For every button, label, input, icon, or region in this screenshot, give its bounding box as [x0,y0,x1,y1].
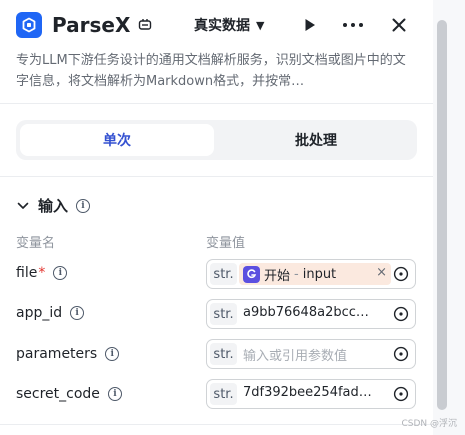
info-icon: i [107,387,122,401]
tab-batch[interactable]: 批处理 [219,124,413,156]
field-value: a9bb76648a2bcc… [243,305,369,320]
section-title: 输入 [38,197,69,215]
type-chip: str. [210,383,237,405]
info-icon: i [70,306,85,320]
divider [0,424,433,425]
close-icon [392,18,406,32]
variable-name-label: app_id [16,305,63,321]
variable-picker-icon[interactable] [393,306,409,322]
parameters-value-field[interactable]: str. 输入或引用参数值 [206,339,416,369]
variable-picker-icon[interactable] [393,266,409,282]
info-icon: i [105,347,120,361]
start-node-icon [243,265,260,283]
more-button[interactable] [341,13,365,37]
required-mark: * [38,265,46,281]
tab-single[interactable]: 单次 [20,124,214,156]
input-section-header[interactable]: 输入 i [16,195,91,216]
plugin-icon [138,17,154,33]
type-chip: str. [210,303,237,325]
reference-separator: - [294,266,299,282]
scrollbar-thumb[interactable] [437,20,447,410]
chevron-down-icon [17,202,29,209]
info-icon: i [53,266,68,280]
parsex-logo [16,12,42,38]
variable-picker-icon[interactable] [393,386,409,402]
info-icon: i [76,198,91,213]
type-chip: str. [210,263,237,285]
run-button[interactable] [298,13,322,37]
reference-source: 开始 [264,268,291,284]
variable-name-label: file [16,265,38,281]
variable-name-parameters: parameters i [16,344,120,364]
variable-name-secret-code: secret_code i [16,384,122,404]
app-id-value-field[interactable]: str. a9bb76648a2bcc… [206,299,416,329]
data-mode-select[interactable]: 真实数据 ▼ [194,14,264,36]
field-value: 7df392bee254fad… [243,385,372,400]
variable-name-label: parameters [16,346,98,362]
variable-name-label: secret_code [16,386,100,402]
node-config-panel: ParseX 真实数据 ▼ 专为LLM下游任务设计的通用文档解析服务，识别文档或… [0,0,433,435]
panel-header: ParseX 真实数据 ▼ [16,8,421,42]
reference-variable: input [302,266,337,282]
secret-code-value-field[interactable]: str. 7df392bee254fad… [206,379,416,409]
column-header-name: 变量名 [16,236,56,251]
watermark: CSDN @浮沉 [401,419,457,429]
file-value-field[interactable]: str. 开始 - input × [206,259,416,289]
data-mode-label: 真实数据 [194,18,250,34]
type-chip: str. [210,343,237,365]
variable-picker-icon[interactable] [393,346,409,362]
field-placeholder: 输入或引用参数值 [243,349,348,364]
variable-name-app-id: app_id i [16,303,85,323]
remove-reference-icon[interactable]: × [376,265,387,280]
node-description: 专为LLM下游任务设计的通用文档解析服务，识别文档或图片中的文字信息，将文档解析… [16,53,406,89]
close-button[interactable] [387,13,411,37]
more-icon [343,23,363,27]
divider [0,176,433,177]
column-header-value: 变量值 [206,236,246,251]
play-icon [305,19,315,31]
node-title: ParseX [52,13,131,37]
divider [0,103,433,104]
variable-name-file: file * i [16,263,68,283]
chevron-down-icon: ▼ [256,18,265,32]
variable-reference-chip[interactable]: 开始 - input × [239,263,391,285]
run-mode-tabs: 单次 批处理 [16,120,417,160]
